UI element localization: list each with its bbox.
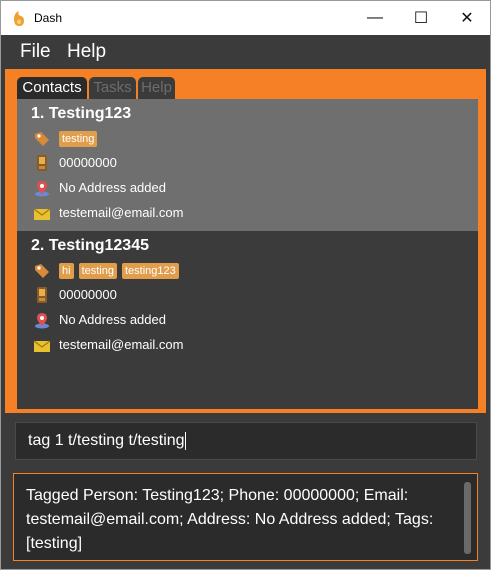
contact-phone: 00000000 bbox=[59, 287, 117, 302]
menu-bar: File Help bbox=[1, 35, 490, 69]
command-area: tag 1 t/testing t/testing bbox=[5, 413, 486, 469]
text-caret bbox=[184, 431, 186, 450]
minimize-icon: — bbox=[367, 9, 383, 26]
contact-address: No Address added bbox=[59, 180, 166, 195]
minimize-button[interactable]: — bbox=[352, 1, 398, 35]
close-icon: ✕ bbox=[460, 10, 474, 27]
tab-help[interactable]: Help bbox=[138, 77, 175, 99]
dash-app-icon bbox=[14, 11, 24, 26]
tag-badge: hi bbox=[59, 263, 74, 279]
tab-tasks[interactable]: Tasks bbox=[89, 77, 136, 99]
phone-icon bbox=[37, 155, 47, 171]
contact-name: 1. Testing123 bbox=[31, 105, 132, 122]
phone-icon bbox=[37, 287, 47, 303]
tag-list: hi testing testing123 bbox=[59, 261, 184, 279]
result-area: Tagged Person: Testing123; Phone: 000000… bbox=[5, 469, 486, 569]
menu-help[interactable]: Help bbox=[67, 41, 106, 63]
menu-file[interactable]: File bbox=[20, 41, 51, 63]
contact-email: testemail@email.com bbox=[59, 205, 184, 220]
title-bar[interactable]: Dash — ☐ ✕ bbox=[1, 1, 490, 35]
result-display[interactable]: Tagged Person: Testing123; Phone: 000000… bbox=[13, 473, 478, 561]
result-text: Tagged Person: Testing123; Phone: 000000… bbox=[26, 487, 434, 552]
contact-address: No Address added bbox=[59, 312, 166, 327]
contact-phone: 00000000 bbox=[59, 155, 117, 170]
maximize-icon: ☐ bbox=[413, 10, 429, 27]
command-text: tag 1 t/testing t/testing bbox=[28, 432, 185, 449]
location-pin-icon bbox=[35, 313, 49, 329]
result-scrollbar[interactable] bbox=[464, 482, 471, 554]
close-button[interactable]: ✕ bbox=[444, 1, 490, 35]
tag-icon bbox=[35, 132, 49, 146]
contact-email: testemail@email.com bbox=[59, 337, 184, 352]
envelope-icon bbox=[33, 340, 51, 352]
contact-list[interactable]: 1. Testing123 testing 00000000 No Addres… bbox=[17, 99, 478, 409]
tag-badge: testing123 bbox=[121, 263, 179, 279]
maximize-button[interactable]: ☐ bbox=[398, 1, 444, 35]
command-input[interactable]: tag 1 t/testing t/testing bbox=[15, 422, 477, 460]
window-title: Dash bbox=[34, 11, 63, 25]
main-panel: Contacts Tasks Help 1. Testing123 testin… bbox=[5, 69, 486, 413]
contact-name: 2. Testing12345 bbox=[31, 237, 149, 254]
contact-card[interactable]: 2. Testing12345 hi testing testing123 0000… bbox=[17, 231, 478, 363]
tag-icon bbox=[35, 264, 49, 278]
envelope-icon bbox=[33, 208, 51, 220]
tab-contacts[interactable]: Contacts bbox=[17, 77, 87, 99]
tag-list: testing bbox=[59, 129, 102, 147]
tag-badge: testing bbox=[78, 263, 117, 279]
tag-badge: testing bbox=[59, 131, 98, 147]
app-window: Dash — ☐ ✕ File Help Contacts Tasks Help… bbox=[0, 0, 491, 570]
location-pin-icon bbox=[35, 181, 49, 197]
contact-card[interactable]: 1. Testing123 testing 00000000 No Addres… bbox=[17, 99, 478, 231]
